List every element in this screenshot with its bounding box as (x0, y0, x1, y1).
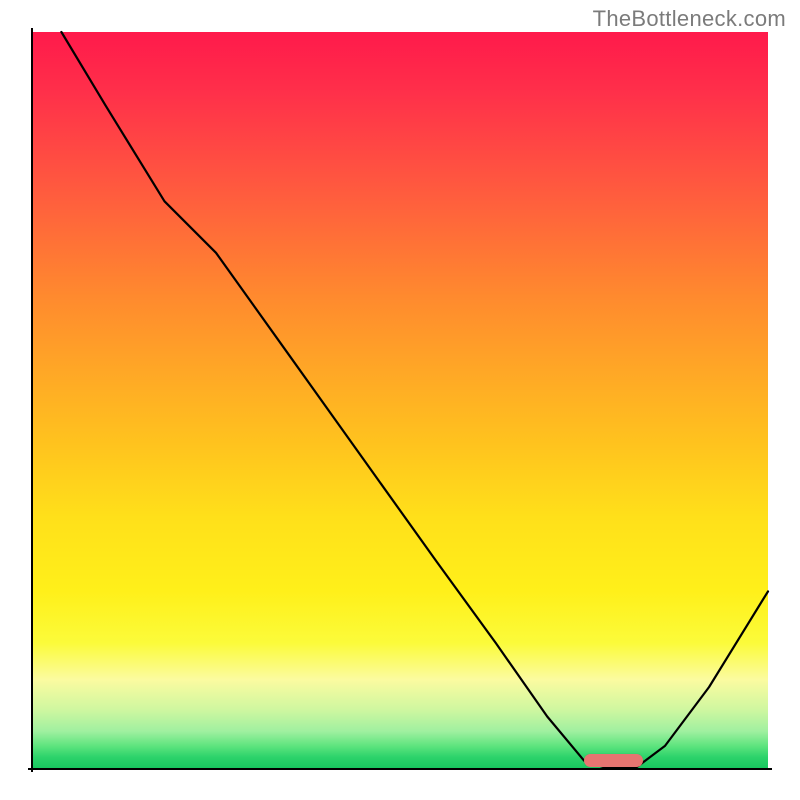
optimal-range-marker (584, 754, 643, 767)
watermark-text: TheBottleneck.com (593, 6, 786, 32)
chart-container: TheBottleneck.com (0, 0, 800, 800)
x-axis (28, 768, 772, 770)
bottleneck-curve (32, 32, 768, 768)
